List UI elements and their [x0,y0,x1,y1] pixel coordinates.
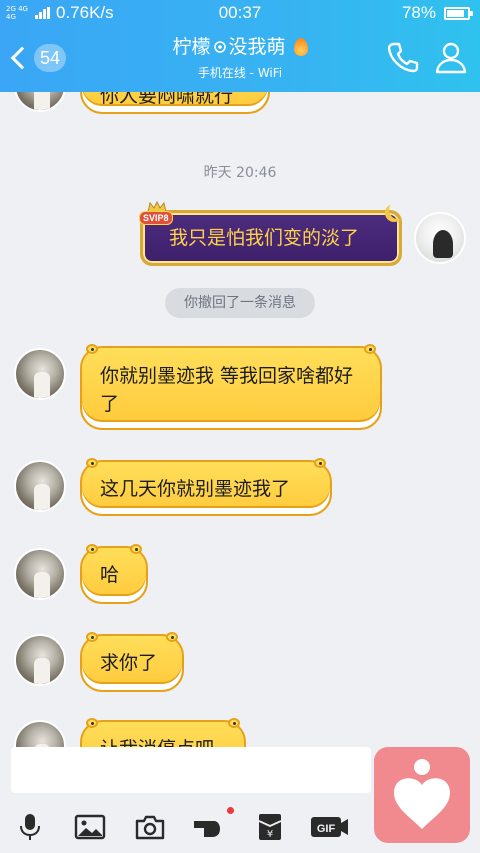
message-text: 让我消停点吧 [100,738,214,747]
floating-app-shortcut[interactable] [374,747,470,843]
moon-decoration-icon [389,201,407,219]
back-arrow-icon [10,46,34,70]
top-bar: 2G 4G 4G 0.76K/s 00:37 78% 54 柠檬 没我萌 手机在… [0,0,480,92]
message-bubble[interactable]: 让我消停点吧 [80,718,246,747]
contact-avatar[interactable] [14,720,66,747]
svg-text:¥: ¥ [267,829,273,840]
contact-name-part1: 柠檬 [172,36,211,58]
online-status: 手机在线 - WiFi [197,66,283,80]
timestamp: 昨天 20:46 [203,165,277,181]
message-text: 求你了 [100,652,158,674]
contact-avatar[interactable] [14,548,66,600]
battery-icon [444,6,473,20]
contact-avatar[interactable] [14,460,66,512]
status-bar: 2G 4G 4G 0.76K/s 00:37 78% [0,0,480,26]
battery-percent: 78% [401,3,436,22]
gif-icon[interactable]: GIF [310,813,350,841]
hongbao-gesture-icon[interactable] [192,813,224,841]
contact-name-part2: 没我萌 [228,36,286,58]
camera-icon[interactable] [134,813,166,841]
my-message-bubble[interactable]: SVIP8 我只是怕我们变的淡了 [139,201,402,266]
message-text: 这几天你就别墨迹我了 [100,478,291,500]
contact-avatar[interactable] [14,92,66,112]
my-avatar[interactable] [414,212,466,264]
chat-title[interactable]: 柠檬 没我萌 手机在线 - WiFi [100,34,380,81]
message-bubble[interactable]: 你人要闷啸就行 [80,92,270,114]
message-text: 我只是怕我们变的淡了 [169,227,360,249]
svg-text:GIF: GIF [317,823,336,835]
recall-notice[interactable]: 你撤回了一条消息 [165,288,315,318]
svip-badge: SVIP8 [139,211,173,225]
red-packet-icon[interactable]: ¥ [254,813,286,841]
message-bubble[interactable]: 你就别墨迹我 等我回家啥都好了 [80,344,382,430]
contact-avatar[interactable] [14,348,66,400]
message-bubble[interactable]: 求你了 [80,632,184,692]
message-input[interactable] [11,747,371,793]
contact-name: 柠檬 没我萌 [172,34,308,60]
contact-avatar[interactable] [14,634,66,686]
chat-area[interactable]: 你人要闷啸就行 昨天 20:46 SVIP8 我只是怕我们变的淡了 你撤回了一条… [0,92,480,747]
message-text: 你就别墨迹我 等我回家啥都好了 [100,365,354,415]
heart-ring-icon [213,41,226,53]
profile-icon[interactable] [434,40,468,74]
message-text: 哈 [100,564,120,586]
message-text: 你人要闷啸就行 [100,92,234,107]
notification-dot [227,807,234,814]
heart-person-icon [394,759,450,829]
spark-flame-icon [293,38,308,56]
back-button[interactable]: 54 [8,38,68,78]
unread-count-badge: 54 [34,44,66,72]
battery-indicator: 78% [401,3,473,23]
phone-call-icon[interactable] [386,40,420,74]
message-bubble[interactable]: 哈 [80,544,148,604]
image-icon[interactable] [74,813,106,841]
message-bubble[interactable]: 这几天你就别墨迹我了 [80,458,332,516]
microphone-icon[interactable] [14,813,46,841]
